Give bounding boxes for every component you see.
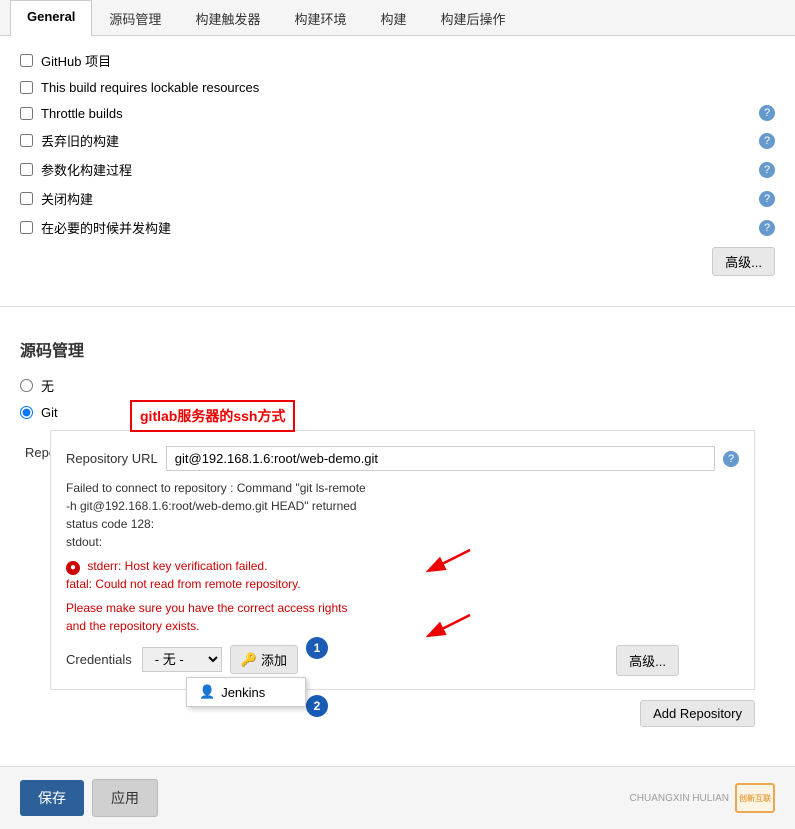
add-credentials-button[interactable]: 🔑 添加: [230, 645, 298, 674]
checkbox-concurrent: 在必要的时候并发构建 ?: [20, 218, 775, 237]
error-line4: stdout:: [66, 533, 739, 551]
error-line8-row: Please make sure you have the correct ac…: [66, 599, 739, 617]
jenkins-label: Jenkins: [221, 685, 265, 700]
error-line8: Please make sure you have the correct ac…: [66, 601, 347, 615]
checkbox-param: 参数化构建过程 ?: [20, 160, 775, 179]
tab-triggers[interactable]: 构建触发器: [178, 0, 277, 36]
error-line3: status code 128:: [66, 515, 739, 533]
checkbox-disable-label: 关闭构建: [41, 189, 93, 208]
url-row: Repository URL ?: [66, 446, 739, 471]
checkbox-discard: 丢弃旧的构建 ?: [20, 131, 775, 150]
error-line2: -h git@192.168.1.6:root/web-demo.git HEA…: [66, 497, 739, 515]
main-container: General 源码管理 构建触发器 构建环境 构建 构建后操作 GitHub …: [0, 0, 795, 829]
checkbox-throttle: Throttle builds ?: [20, 105, 775, 121]
checkbox-discard-label: 丢弃旧的构建: [41, 131, 119, 150]
error-block: Failed to connect to repository : Comman…: [66, 479, 739, 635]
watermark: CHUANGXIN HULIAN 创新互联: [630, 783, 775, 813]
radio-git[interactable]: [20, 406, 33, 419]
add-btn-label: 添加: [261, 650, 287, 669]
checkbox-disable-input[interactable]: [20, 192, 33, 205]
error-icon: ●: [66, 561, 80, 575]
error-line9: and the repository exists.: [66, 617, 739, 635]
throttle-help-icon[interactable]: ?: [759, 105, 775, 121]
annotation-box: gitlab服务器的ssh方式: [130, 400, 295, 432]
tab-post-build[interactable]: 构建后操作: [423, 0, 522, 36]
error-stderr-row: ● stderr: Host key verification failed.: [66, 557, 739, 575]
checkbox-lockable: This build requires lockable resources: [20, 80, 775, 95]
checkbox-concurrent-input[interactable]: [20, 221, 33, 234]
annotation-label: gitlab服务器的ssh方式: [140, 408, 285, 424]
credentials-select[interactable]: - 无 -: [142, 647, 222, 672]
key-icon: 🔑: [241, 652, 257, 668]
checkbox-param-input[interactable]: [20, 163, 33, 176]
discard-help-icon[interactable]: ?: [759, 133, 775, 149]
tab-build[interactable]: 构建: [363, 0, 423, 36]
tab-source[interactable]: 源码管理: [92, 0, 178, 36]
add-repository-button[interactable]: Add Repository: [640, 700, 755, 727]
checkbox-lockable-label: This build requires lockable resources: [41, 80, 259, 95]
checkbox-github: GitHub 项目: [20, 51, 775, 70]
tab-build-env[interactable]: 构建环境: [277, 0, 363, 36]
disable-help-icon[interactable]: ?: [759, 191, 775, 207]
radio-git-label: Git: [41, 405, 58, 420]
checkbox-github-input[interactable]: [20, 54, 33, 67]
checkbox-throttle-input[interactable]: [20, 107, 33, 120]
radio-none-row: 无: [20, 376, 775, 395]
url-label: Repository URL: [66, 451, 158, 466]
jenkins-icon: 👤: [199, 684, 215, 700]
watermark-line2: CHUANGXIN HULIAN: [630, 793, 729, 804]
checkbox-discard-input[interactable]: [20, 134, 33, 147]
repo-advanced-button[interactable]: 高级...: [616, 645, 679, 676]
error-line5: stderr: Host key verification failed.: [87, 559, 267, 573]
bottom-bar: 保存 应用 CHUANGXIN HULIAN 创新互联: [0, 766, 795, 829]
jenkins-dropdown-item[interactable]: 👤 Jenkins: [187, 678, 305, 706]
save-button[interactable]: 保存: [20, 780, 84, 816]
radio-none[interactable]: [20, 379, 33, 392]
advanced-btn-row: 高级...: [20, 247, 775, 276]
checkbox-disable: 关闭构建 ?: [20, 189, 775, 208]
badge-1: 1: [306, 637, 328, 659]
checkbox-throttle-label: Throttle builds: [41, 106, 123, 121]
checkbox-github-label: GitHub 项目: [41, 51, 111, 70]
repo-url-input[interactable]: [166, 446, 715, 471]
source-mgmt-title: 源码管理: [20, 337, 775, 361]
checkbox-lockable-input[interactable]: [20, 81, 33, 94]
badge-2: 2: [306, 695, 328, 717]
apply-button[interactable]: 应用: [92, 779, 158, 817]
tab-general[interactable]: General: [10, 0, 92, 36]
credentials-label: Credentials: [66, 652, 132, 667]
tabs-bar: General 源码管理 构建触发器 构建环境 构建 构建后操作: [0, 0, 795, 36]
concurrent-help-icon[interactable]: ?: [759, 220, 775, 236]
checkbox-concurrent-label: 在必要的时候并发构建: [41, 218, 171, 237]
general-section: GitHub 项目 This build requires lockable r…: [0, 36, 795, 301]
watermark-logo: 创新互联: [735, 783, 775, 813]
checkbox-param-label: 参数化构建过程: [41, 160, 132, 179]
radio-none-label: 无: [41, 376, 54, 395]
credentials-dropdown: 👤 Jenkins: [186, 677, 306, 707]
credentials-row: Credentials - 无 - 🔑 添加 1: [66, 645, 739, 674]
source-mgmt-section: 源码管理 无 Git Repositories gitlab服务器的ssh方式: [0, 322, 795, 742]
url-help-icon[interactable]: ?: [723, 451, 739, 467]
error-line6: fatal: Could not read from remote reposi…: [66, 575, 739, 593]
param-help-icon[interactable]: ?: [759, 162, 775, 178]
section-divider: [0, 306, 795, 307]
error-line1: Failed to connect to repository : Comman…: [66, 479, 739, 497]
advanced-button[interactable]: 高级...: [712, 247, 775, 276]
